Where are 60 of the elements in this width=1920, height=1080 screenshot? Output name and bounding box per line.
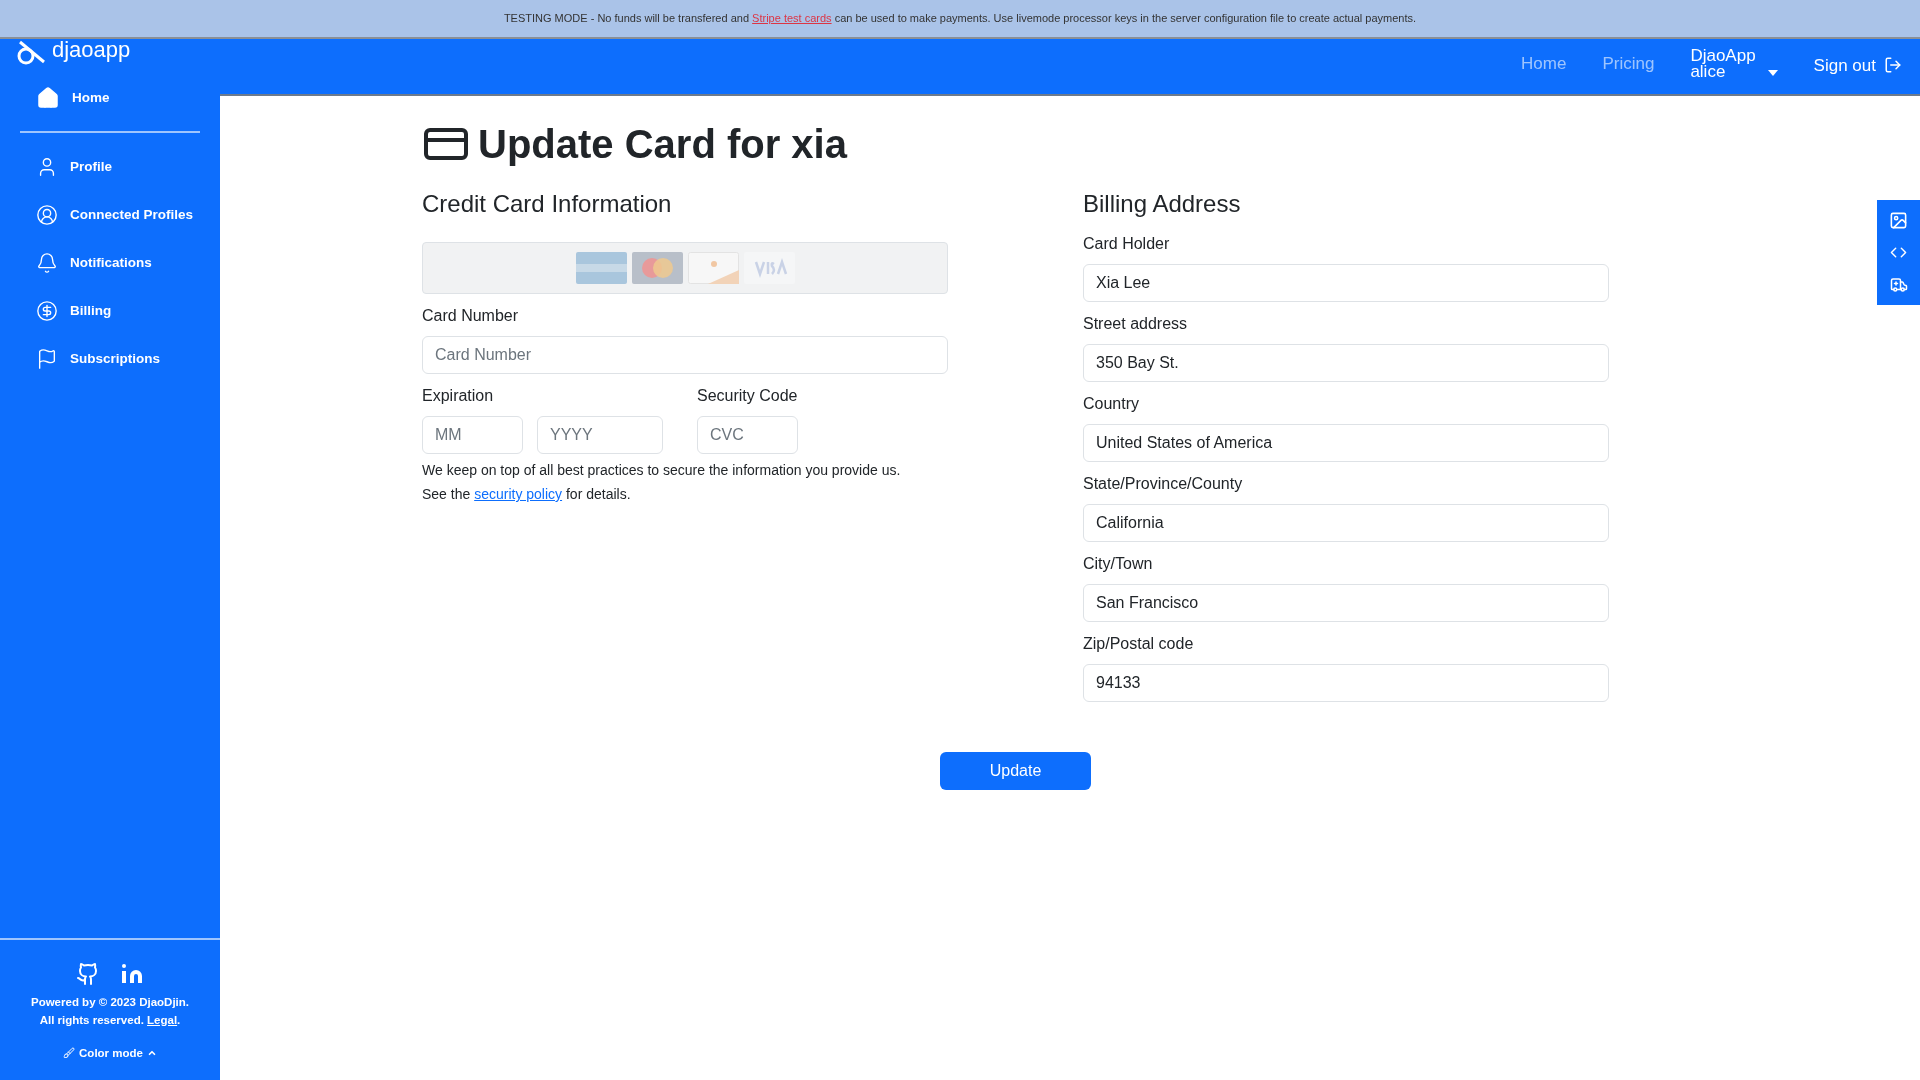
card-number-field[interactable]: Card Number — [422, 336, 948, 374]
logo-text: djaoapp — [52, 36, 131, 64]
year-field[interactable]: YYYY — [537, 416, 663, 454]
address-field[interactable]: San Francisco — [1083, 584, 1609, 622]
period-text: . — [177, 1012, 181, 1028]
security-policy-link[interactable]: security policy — [474, 482, 563, 506]
address-field[interactable]: California — [1083, 504, 1609, 542]
field-label: City/Town — [1083, 554, 1154, 574]
security-text: See the — [422, 485, 472, 504]
github-icon[interactable] — [76, 962, 100, 987]
banner-text: can be used to make payments. Use livemode processor keys in the server configuration file to create actual payments. — [833, 11, 1417, 27]
nav-link[interactable]: Pricing — [1602, 50, 1655, 76]
dollar-icon — [36, 300, 58, 322]
address-field[interactable]: 350 Bay St. — [1083, 344, 1609, 382]
field-label: Card Holder — [1083, 234, 1171, 254]
sidebar-item[interactable]: Home — [36, 86, 220, 110]
card-brand-icon — [687, 252, 739, 284]
image-icon[interactable] — [1889, 211, 1908, 231]
section-heading: Billing Address — [1083, 189, 1242, 219]
card-brand-icon — [575, 252, 627, 284]
field-label: Security Code — [697, 386, 798, 406]
sign-out-icon — [1884, 56, 1902, 75]
sign-out-button[interactable]: Sign out — [1813, 52, 1902, 78]
color-mode-button[interactable]: Color mode — [63, 1044, 157, 1062]
update-button[interactable]: Update — [940, 752, 1091, 790]
section-heading: Credit Card Information — [422, 189, 673, 219]
security-note: We keep on top of all best practices to secure the information you provide us. — [422, 461, 902, 480]
security-text: for details. — [564, 485, 631, 504]
rights-text: All rights reserved. — [39, 1012, 145, 1028]
field-label: Country — [1083, 394, 1141, 414]
ambulance-icon[interactable] — [1889, 275, 1908, 294]
house-icon — [36, 86, 60, 110]
user-menu-button[interactable]: DjaoApp alice — [1690, 48, 1778, 80]
field-label: Expiration — [422, 386, 495, 406]
card-brand-icon — [631, 252, 683, 284]
flag-icon — [36, 348, 58, 370]
sidebar-item[interactable]: Billing — [36, 299, 220, 323]
stripe-test-cards-link[interactable]: Stripe test cards — [752, 10, 832, 27]
banner-text: TESTING MODE - No funds will be transfered and — [503, 11, 751, 27]
field-label: Card Number — [422, 306, 520, 326]
sidebar-item[interactable]: Subscriptions — [36, 347, 220, 371]
field-label: Street address — [1083, 314, 1189, 334]
sidebar-item[interactable]: Notifications — [36, 251, 220, 275]
nav-link[interactable]: Home — [1521, 50, 1567, 76]
address-field[interactable]: Xia Lee — [1083, 264, 1609, 302]
month-field[interactable]: MM — [422, 416, 523, 454]
address-field[interactable]: 94133 — [1083, 664, 1609, 702]
field-label: State/Province/County — [1083, 474, 1244, 494]
field-label: Zip/Postal code — [1083, 634, 1195, 654]
address-field[interactable]: United States of America — [1083, 424, 1609, 462]
security-code-field[interactable]: CVC — [697, 416, 798, 454]
bell-icon — [36, 252, 58, 274]
sidebar-item[interactable]: Profile — [36, 155, 220, 179]
brush-icon — [63, 1047, 76, 1060]
logo-icon — [16, 38, 48, 66]
sidebar-item[interactable]: Connected Profiles — [36, 203, 220, 227]
page-title: Update Card for xia — [422, 120, 1920, 168]
copyright-text: Powered by © 2023 DjaoDjin. — [31, 995, 189, 1011]
person-circle-icon — [36, 204, 58, 226]
caret-icon — [1767, 70, 1778, 76]
